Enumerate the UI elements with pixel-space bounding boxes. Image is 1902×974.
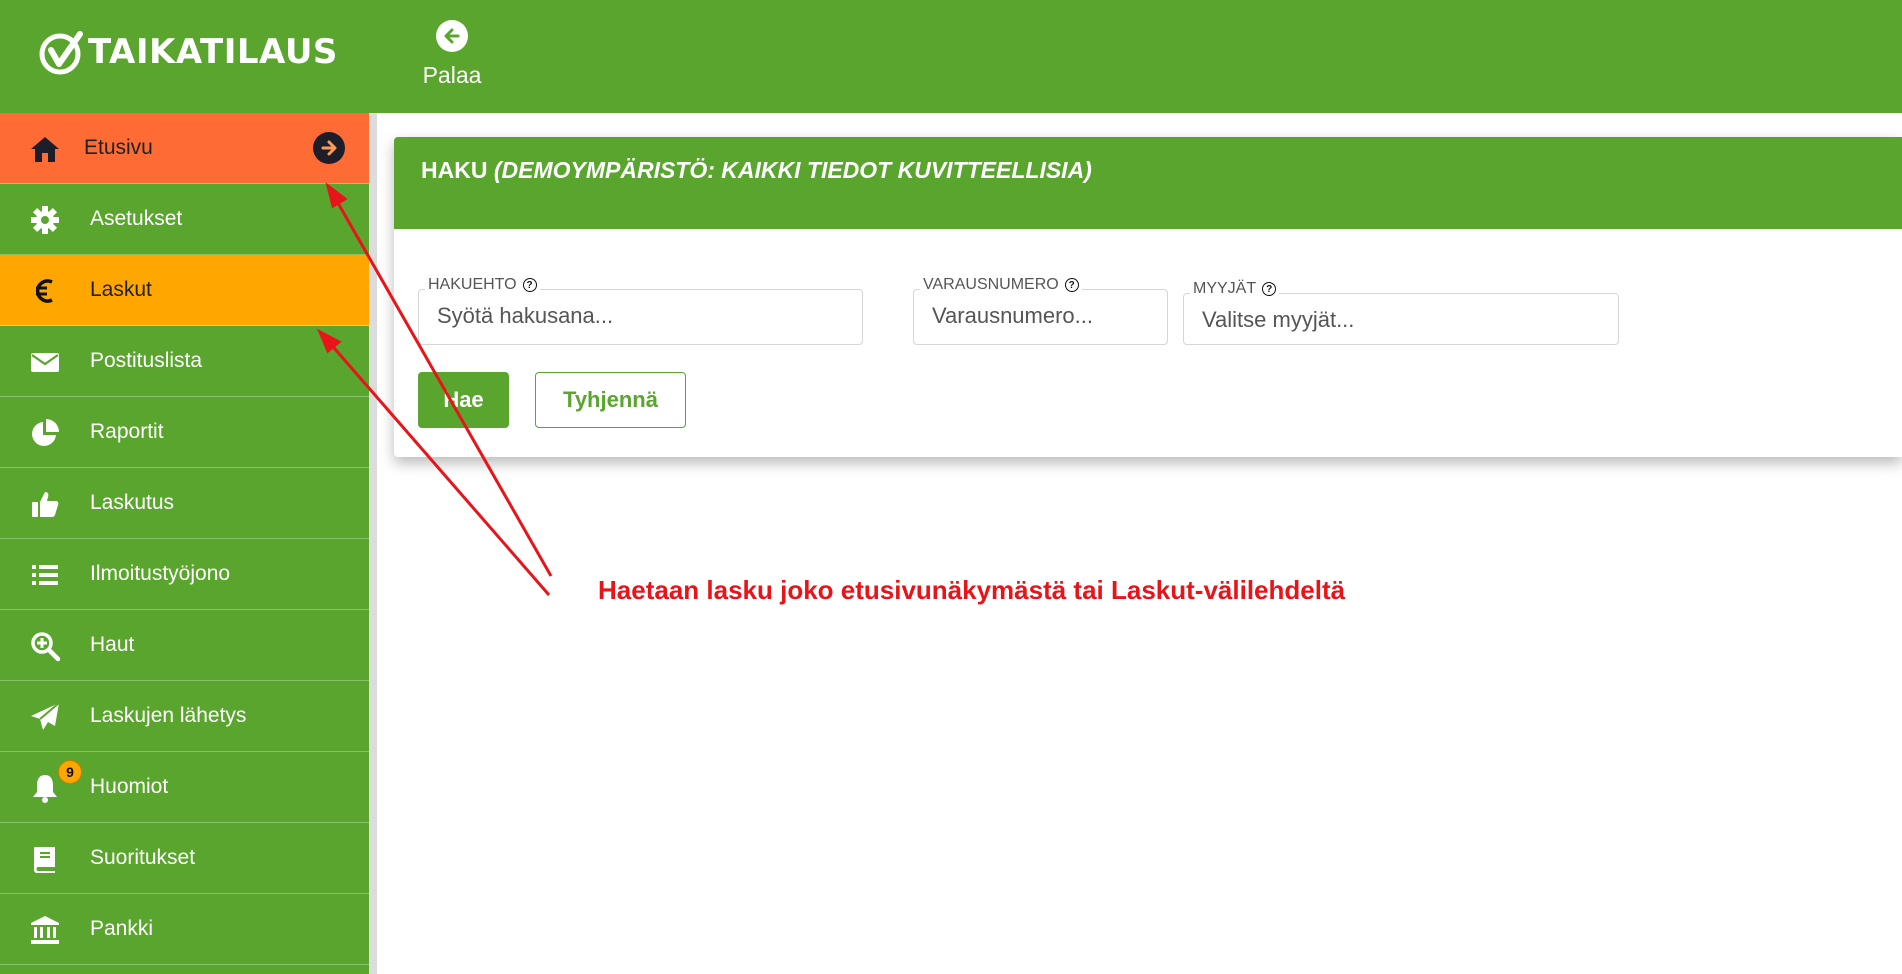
- help-icon[interactable]: ?: [522, 278, 537, 292]
- thumbs-up-icon: [26, 486, 64, 522]
- arrow-left-icon: [436, 20, 468, 52]
- myyjat-label-text: MYYJÄT: [1193, 280, 1257, 297]
- back-label: Palaa: [422, 62, 482, 88]
- help-icon[interactable]: ?: [1262, 282, 1277, 296]
- search-plus-icon: [26, 628, 64, 664]
- card-title-note: (DEMOYMPÄRISTÖ: KAIKKI TIEDOT KUVITTEELL…: [493, 157, 1092, 183]
- sidebar: Etusivu Asetukset Laskut Postituslista R…: [0, 113, 369, 974]
- top-bar: TAIKATILAUS Palaa: [0, 0, 1902, 113]
- list-icon: [26, 557, 64, 593]
- sidebar-item-label: Suoritukset: [90, 846, 196, 869]
- varausnumero-label-text: VARAUSNUMERO: [923, 276, 1059, 293]
- card-title: HAKU: [421, 157, 488, 183]
- book-icon: [26, 841, 64, 877]
- back-button[interactable]: Palaa: [400, 18, 504, 98]
- sidebar-item-raportit[interactable]: Raportit: [0, 397, 369, 468]
- booking-number-input[interactable]: [932, 298, 1155, 334]
- sidebar-item-laskutus[interactable]: Laskutus: [0, 468, 369, 539]
- sidebar-item-suoritukset[interactable]: Suoritukset: [0, 823, 369, 894]
- sidebar-item-label: Postituslista: [90, 349, 203, 372]
- sidebar-item-label: Ilmoitustyöjono: [90, 562, 231, 585]
- search-input[interactable]: [437, 298, 850, 334]
- app-root: TAIKATILAUS Palaa Etusivu Asetukset Lask…: [0, 0, 1902, 974]
- sidebar-item-etusivu[interactable]: Etusivu: [0, 113, 369, 184]
- sellers-select[interactable]: [1202, 302, 1606, 338]
- sidebar-item-huomiot[interactable]: 9 Huomiot: [0, 752, 369, 823]
- envelope-icon: [26, 344, 64, 380]
- hakuehto-label: HAKUEHTO ?: [425, 276, 540, 294]
- search-card: HAKU (DEMOYMPÄRISTÖ: KAIKKI TIEDOT KUVIT…: [394, 137, 1902, 457]
- sidebar-item-label: Huomiot: [90, 775, 169, 798]
- sidebar-item-haut[interactable]: Haut: [0, 610, 369, 681]
- myyjat-label: MYYJÄT ?: [1190, 280, 1280, 298]
- sidebar-item-label: Laskut: [90, 278, 152, 301]
- sidebar-item-label: Haut: [90, 633, 135, 656]
- sidebar-item-laskut[interactable]: Laskut: [0, 255, 369, 326]
- help-icon[interactable]: ?: [1064, 278, 1079, 292]
- gear-icon: [26, 202, 64, 238]
- sidebar-item-pankki[interactable]: Pankki: [0, 894, 369, 965]
- logo-text: TAIKATILAUS: [88, 32, 338, 72]
- bank-icon: [26, 912, 64, 948]
- sidebar-divider: [369, 113, 377, 974]
- notification-badge: 9: [58, 760, 82, 784]
- clear-button[interactable]: Tyhjennä: [535, 372, 686, 428]
- hakuehto-label-text: HAKUEHTO: [428, 276, 517, 293]
- euro-icon: [26, 273, 64, 309]
- paper-plane-icon: [26, 699, 64, 735]
- hakuehto-field[interactable]: HAKUEHTO ?: [418, 276, 863, 345]
- myyjat-field[interactable]: MYYJÄT ?: [1183, 280, 1619, 345]
- arrow-right-icon[interactable]: [313, 132, 345, 164]
- sidebar-item-label: Raportit: [90, 420, 164, 443]
- home-icon: [26, 131, 64, 167]
- sidebar-item-postituslista[interactable]: Postituslista: [0, 326, 369, 397]
- sidebar-item-label: Etusivu: [84, 136, 153, 159]
- logo[interactable]: TAIKATILAUS: [38, 28, 338, 76]
- sidebar-item-asetukset[interactable]: Asetukset: [0, 184, 369, 255]
- sidebar-item-ilmoitustyojono[interactable]: Ilmoitustyöjono: [0, 539, 369, 610]
- pie-chart-icon: [26, 415, 64, 451]
- logo-icon: [39, 31, 83, 75]
- card-header: HAKU (DEMOYMPÄRISTÖ: KAIKKI TIEDOT KUVIT…: [394, 137, 1902, 229]
- sidebar-item-label: Pankki: [90, 917, 154, 940]
- varausnumero-label: VARAUSNUMERO ?: [920, 276, 1082, 294]
- sidebar-item-label: Laskujen lähetys: [90, 704, 247, 727]
- search-button[interactable]: Hae: [418, 372, 509, 428]
- annotation-text: Haetaan lasku joko etusivunäkymästä tai …: [598, 575, 1346, 605]
- sidebar-item-label: Asetukset: [90, 207, 183, 230]
- sidebar-item-laskujen-lahetys[interactable]: Laskujen lähetys: [0, 681, 369, 752]
- varausnumero-field[interactable]: VARAUSNUMERO ?: [913, 276, 1168, 345]
- sidebar-item-label: Laskutus: [90, 491, 175, 514]
